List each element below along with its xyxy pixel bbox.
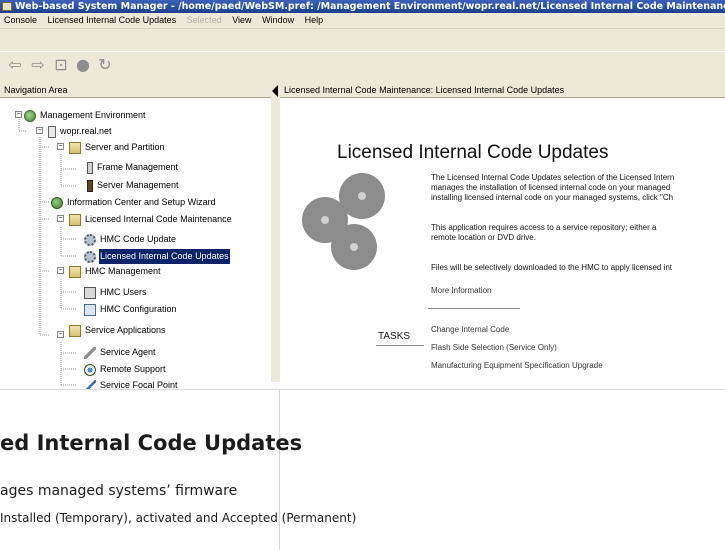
task-manufacturing-equipment-upgrade[interactable]: Manufacturing Equipment Specification Up… xyxy=(431,361,603,370)
task-change-internal-code[interactable]: Change Internal Code xyxy=(431,325,509,334)
divider-line xyxy=(428,308,520,309)
tree-item-service-applications[interactable]: Service Applications xyxy=(69,323,167,338)
tree-item-service-agent[interactable]: Service Agent xyxy=(84,345,157,360)
caption-divider xyxy=(279,389,280,550)
globe-icon xyxy=(51,196,63,209)
back-arrow-icon[interactable]: ⇦ xyxy=(6,55,24,74)
up-folder-icon[interactable]: ⊡ xyxy=(52,55,70,74)
tree-item-label: HMC Management xyxy=(85,266,161,276)
tree-item-wopr-real-net[interactable]: wopr.real.net xyxy=(48,124,113,139)
wrench-icon xyxy=(84,346,96,359)
caption-title: ed Internal Code Updates xyxy=(0,431,303,455)
tree-item-management-environment[interactable]: Management Environment xyxy=(24,108,147,123)
folder-icon xyxy=(69,265,81,278)
description-line: The Licensed Internal Code Updates selec… xyxy=(431,173,675,182)
description-line: remote location or DVD drive. xyxy=(431,233,536,242)
refresh-icon[interactable]: ↻ xyxy=(96,55,114,74)
description-line: Files will be selectively downloaded to … xyxy=(431,263,673,272)
system-icon xyxy=(48,125,56,138)
tree-item-hmc-code-update[interactable]: HMC Code Update xyxy=(84,232,177,247)
tree-item-label: HMC Configuration xyxy=(100,304,177,314)
menu-window[interactable]: Window xyxy=(258,15,298,25)
window-title: Web-based System Manager - /home/paed/We… xyxy=(15,1,725,12)
tree-item-server-management[interactable]: Server Management xyxy=(87,178,180,193)
websm-app-icon xyxy=(2,2,12,11)
tree-item-frame-management[interactable]: Frame Management xyxy=(87,160,179,175)
tree-item-label: Management Environment xyxy=(40,110,146,120)
menu-console[interactable]: Console xyxy=(0,15,41,25)
collapse-toggle[interactable]: − xyxy=(15,111,22,118)
folder-icon xyxy=(69,213,81,226)
network-icon xyxy=(84,363,96,376)
tree-item-label: HMC Users xyxy=(100,287,147,297)
collapse-toggle[interactable]: − xyxy=(57,143,64,150)
menu-view[interactable]: View xyxy=(228,15,255,25)
toolbar-divider xyxy=(0,51,725,52)
disc-icon xyxy=(339,173,385,219)
task-flash-side-selection[interactable]: Flash Side Selection (Service Only) xyxy=(431,343,557,352)
tree-item-hmc-configuration[interactable]: HMC Configuration xyxy=(84,302,178,317)
frame-icon xyxy=(87,161,93,174)
management-environment-icon xyxy=(24,109,36,122)
tree-item-server-and-partition[interactable]: Server and Partition xyxy=(69,140,166,155)
caption-line: Installed (Temporary), activated and Acc… xyxy=(0,511,357,525)
divider-line xyxy=(376,345,424,346)
tree-item-label: HMC Code Update xyxy=(100,234,177,244)
tree-item-label: wopr.real.net xyxy=(60,126,112,136)
collapse-toggle[interactable]: − xyxy=(57,267,64,274)
tree-item-label: Frame Management xyxy=(97,162,179,172)
tree-item-label: Licensed Internal Code Updates xyxy=(99,249,230,264)
tree-item-licensed-internal-code-updates[interactable]: Licensed Internal Code Updates xyxy=(84,249,230,264)
menu-licensed-internal-code-updates[interactable]: Licensed Internal Code Updates xyxy=(44,15,181,25)
toolbar: ⇦ ⇨ ⊡ ● ↻ xyxy=(0,28,725,83)
folder-icon xyxy=(69,141,81,154)
tree-item-label: Server and Partition xyxy=(85,142,165,152)
folder-icon xyxy=(69,324,81,337)
content-header: Licensed Internal Code Maintenance: Lice… xyxy=(280,82,725,98)
tree-item-label: Licensed Internal Code Maintenance xyxy=(85,214,232,224)
tree-item-label: Service Agent xyxy=(100,347,156,357)
collapse-toggle[interactable]: − xyxy=(36,127,43,134)
stop-icon[interactable]: ● xyxy=(74,55,92,74)
config-icon xyxy=(84,303,96,316)
server-icon xyxy=(87,179,93,192)
tree-item-remote-support[interactable]: Remote Support xyxy=(84,362,167,377)
gear-icon xyxy=(84,233,96,246)
content-pane: Licensed Internal Code Updates The Licen… xyxy=(280,99,725,389)
disc-icon xyxy=(331,224,377,270)
forward-arrow-icon[interactable]: ⇨ xyxy=(29,55,47,74)
window-title-bar: Web-based System Manager - /home/paed/We… xyxy=(0,0,725,13)
description-line: This application requires access to a se… xyxy=(431,223,657,232)
tasks-label: TASKS xyxy=(378,331,411,342)
collapse-left-arrow-icon[interactable] xyxy=(272,85,278,97)
caption-line: ages managed systems’ firmware xyxy=(0,483,238,499)
discs-illustration xyxy=(302,173,414,289)
menu-help[interactable]: Help xyxy=(301,15,328,25)
tree-item-label: Remote Support xyxy=(100,364,166,374)
more-information-link[interactable]: More Information xyxy=(431,286,491,295)
navigation-area-header: Navigation Area xyxy=(0,82,271,98)
users-icon xyxy=(84,286,96,299)
tree-item-label: Information Center and Setup Wizard xyxy=(67,197,216,207)
navigation-tree: − − − − − − Management Environment wopr.… xyxy=(0,99,271,392)
caption-overlay: ed Internal Code Updates ages managed sy… xyxy=(0,389,725,550)
menu-selected: Selected xyxy=(186,15,222,25)
caption-top-border xyxy=(0,389,725,390)
tree-item-hmc-users[interactable]: HMC Users xyxy=(84,285,148,300)
tree-item-hmc-management[interactable]: HMC Management xyxy=(69,264,162,279)
tree-item-information-center[interactable]: Information Center and Setup Wizard xyxy=(51,195,217,210)
description-line: installing licensed internal code on you… xyxy=(431,193,674,202)
menu-bar: Console Licensed Internal Code Updates S… xyxy=(0,13,725,28)
tree-item-label: Server Management xyxy=(97,180,179,190)
tree-item-label: Service Applications xyxy=(85,325,166,335)
tree-item-licensed-internal-code-maintenance[interactable]: Licensed Internal Code Maintenance xyxy=(69,212,233,227)
pane-splitter[interactable] xyxy=(271,82,280,382)
gear-icon xyxy=(84,250,96,263)
collapse-toggle[interactable]: − xyxy=(57,215,64,222)
description-line: manages the installation of licensed int… xyxy=(431,183,671,192)
collapse-toggle[interactable]: − xyxy=(57,331,64,338)
page-title: Licensed Internal Code Updates xyxy=(337,142,609,163)
